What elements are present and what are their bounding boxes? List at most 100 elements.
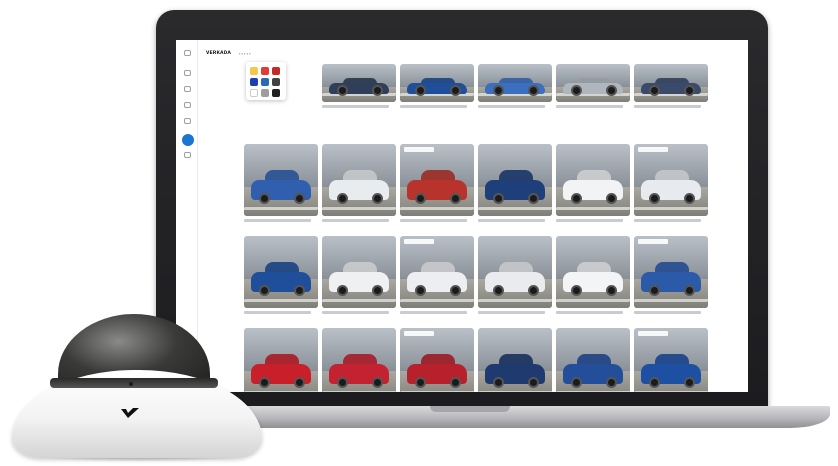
vehicle-thumbnail[interactable] [478,64,552,102]
vehicle-result-card[interactable] [400,236,474,314]
vehicle-thumbnail[interactable] [634,64,708,102]
plate-tag [404,331,434,336]
vehicle-result-card[interactable] [244,328,318,392]
vehicle-result-card[interactable] [478,64,552,108]
lane-stripe [634,391,708,392]
vehicle-thumbnail[interactable] [244,236,318,308]
lane-stripe [556,299,630,302]
color-swatch[interactable] [261,78,269,86]
thumbnail-caption [634,311,701,314]
header-tabs[interactable]: ▪ ▪ ▪ ▪ ▪ [239,51,251,56]
vehicle-result-card[interactable] [634,64,708,108]
person-icon[interactable] [184,118,191,124]
color-swatch[interactable] [261,89,269,97]
color-swatch[interactable] [250,67,258,75]
vehicle-result-card[interactable] [634,144,708,222]
thumbnail-caption [556,105,623,108]
color-swatch[interactable] [272,89,280,97]
vehicle-thumbnail[interactable] [478,236,552,308]
vehicle-search-icon[interactable] [182,134,194,146]
vehicle-thumbnail[interactable] [478,144,552,216]
lane-stripe [322,299,396,302]
dashboard-icon[interactable] [184,70,191,76]
vehicle-result-card[interactable] [634,328,708,392]
thumbnail-caption [478,105,545,108]
vehicle-thumbnail[interactable] [556,236,630,308]
vehicle-thumbnail[interactable] [478,328,552,392]
verkada-logo-icon [121,408,139,418]
lane-stripe [556,207,630,210]
video-icon[interactable] [184,86,191,92]
vehicle-result-card[interactable] [322,144,396,222]
thumbnail-caption [322,219,389,222]
thumbnail-caption [556,219,623,222]
wheel [336,84,348,96]
vehicle-result-card[interactable] [556,144,630,222]
thumbnail-caption [556,311,623,314]
wheel [683,84,695,96]
thumbnail-caption [478,219,545,222]
vehicle-thumbnail[interactable] [556,328,630,392]
vehicle-thumbnail[interactable] [634,328,708,392]
vehicle-thumbnail[interactable] [556,144,630,216]
vehicle-result-card[interactable] [400,328,474,392]
vehicle-thumbnail[interactable] [244,328,318,392]
vehicle-result-card[interactable] [556,236,630,314]
thumbnail-caption [634,219,701,222]
vehicle-result-card[interactable] [244,144,318,222]
laptop-screen: ᴠᴇʀᴋᴀᴅᴀ ▪ ▪ ▪ ▪ ▪ [176,40,748,392]
people-icon[interactable] [184,102,191,108]
plate-tag [638,147,668,152]
wheel [605,84,617,96]
vehicle-thumbnail[interactable] [322,64,396,102]
vehicle-result-card[interactable] [400,64,474,108]
thumbnail-caption [478,311,545,314]
brand-logo: ᴠᴇʀᴋᴀᴅᴀ [206,50,232,56]
vehicle-result-card[interactable] [322,328,396,392]
vehicle-result-card[interactable] [400,144,474,222]
vehicle-thumbnail[interactable] [400,328,474,392]
vehicle-thumbnail[interactable] [400,144,474,216]
thumbnail-caption [244,311,311,314]
thumbnail-caption [322,105,389,108]
lane-stripe [478,299,552,302]
lane-stripe [400,391,474,392]
color-swatch[interactable] [250,78,258,86]
vehicle-result-card[interactable] [556,328,630,392]
vehicle-result-card[interactable] [322,236,396,314]
lane-stripe [400,299,474,302]
wheel [570,84,582,96]
vehicle-results-grid [244,64,708,392]
thumbnail-caption [634,105,701,108]
laptop-notch [430,406,510,412]
vehicle-thumbnail[interactable] [634,144,708,216]
home-icon[interactable] [184,50,191,56]
color-swatch[interactable] [272,78,280,86]
vehicle-result-card[interactable] [556,64,630,108]
vehicle-result-card[interactable] [322,64,396,108]
wheel [449,84,461,96]
vehicle-result-card[interactable] [478,144,552,222]
vehicle-thumbnail[interactable] [322,144,396,216]
vehicle-result-card[interactable] [478,236,552,314]
plate-tag [404,239,434,244]
color-swatch[interactable] [250,89,258,97]
wheel [492,84,504,96]
plate-tag [404,147,434,152]
vehicle-thumbnail[interactable] [322,236,396,308]
settings-icon[interactable] [184,152,191,158]
lane-stripe [244,391,318,392]
vehicle-result-card[interactable] [478,328,552,392]
vehicle-thumbnail[interactable] [322,328,396,392]
vehicle-result-card[interactable] [634,236,708,314]
vehicle-thumbnail[interactable] [400,64,474,102]
color-swatch[interactable] [272,67,280,75]
vehicle-thumbnail[interactable] [634,236,708,308]
vehicle-result-card[interactable] [244,236,318,314]
lane-stripe [634,207,708,210]
vehicle-thumbnail[interactable] [556,64,630,102]
lane-stripe [244,207,318,210]
vehicle-thumbnail[interactable] [400,236,474,308]
color-swatch[interactable] [261,67,269,75]
vehicle-thumbnail[interactable] [244,144,318,216]
